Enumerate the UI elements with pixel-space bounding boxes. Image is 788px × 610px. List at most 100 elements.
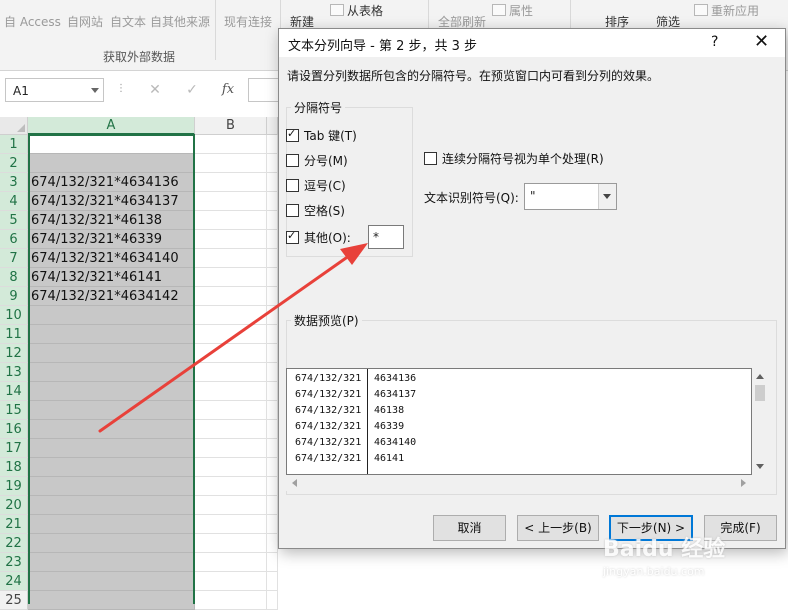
other-delimiter-input[interactable]: * — [368, 225, 404, 249]
cell-c[interactable] — [267, 477, 278, 496]
cell-b[interactable] — [195, 515, 267, 534]
row-header[interactable]: 2 — [0, 154, 28, 173]
cell-b[interactable] — [195, 306, 267, 325]
cell-c[interactable] — [267, 420, 278, 439]
row-header[interactable]: 21 — [0, 515, 28, 534]
cell-b[interactable] — [195, 230, 267, 249]
row-header[interactable]: 4 — [0, 192, 28, 211]
row-header[interactable]: 25 — [0, 591, 28, 610]
cell-b[interactable] — [195, 401, 267, 420]
data-preview[interactable]: 674/132/321 4634136 674/132/321 4634137 674/… — [286, 368, 752, 475]
cell-a[interactable] — [28, 591, 195, 610]
cell-c[interactable] — [267, 591, 278, 610]
cell-a[interactable] — [28, 325, 195, 344]
row-header[interactable]: 24 — [0, 572, 28, 591]
cell-b[interactable] — [195, 591, 267, 610]
scroll-left-icon[interactable] — [292, 479, 297, 487]
row-header[interactable]: 23 — [0, 553, 28, 572]
cancel-button[interactable]: 取消 — [433, 515, 506, 541]
back-button[interactable]: < 上一步(B) — [517, 515, 599, 541]
cell-b[interactable] — [195, 553, 267, 572]
consecutive-delimiters-checkbox[interactable]: 连续分隔符号视为单个处理(R) — [424, 150, 604, 167]
cell-a[interactable] — [28, 306, 195, 325]
cell-c[interactable] — [267, 230, 278, 249]
row-header[interactable]: 16 — [0, 420, 28, 439]
cell-a[interactable] — [28, 154, 195, 173]
preview-vertical-scrollbar[interactable] — [752, 368, 768, 475]
row-header[interactable]: 6 — [0, 230, 28, 249]
semicolon-checkbox[interactable]: 分号(M) — [286, 152, 348, 168]
cancel-icon[interactable]: ✕ — [146, 81, 164, 99]
cell-a[interactable] — [28, 420, 195, 439]
row-header[interactable]: 10 — [0, 306, 28, 325]
name-box[interactable]: A1 — [5, 78, 104, 102]
comma-checkbox[interactable]: 逗号(C) — [286, 177, 346, 193]
text-qualifier-select[interactable]: " — [524, 183, 617, 210]
cell-b[interactable] — [195, 192, 267, 211]
cell-c[interactable] — [267, 496, 278, 515]
cell-b[interactable] — [195, 344, 267, 363]
tab-checkbox[interactable]: Tab 键(T) — [286, 127, 357, 143]
cell-a[interactable] — [28, 439, 195, 458]
row-header[interactable]: 19 — [0, 477, 28, 496]
checkbox-icon[interactable] — [286, 154, 299, 167]
cell-b[interactable] — [195, 249, 267, 268]
cell-c[interactable] — [267, 401, 278, 420]
cell-b[interactable] — [195, 420, 267, 439]
cell-c[interactable] — [267, 211, 278, 230]
cell-a[interactable] — [28, 534, 195, 553]
row-header[interactable]: 12 — [0, 344, 28, 363]
insert-function-icon[interactable]: fx — [219, 81, 237, 99]
scroll-right-icon[interactable] — [741, 479, 746, 487]
cell-a[interactable] — [28, 572, 195, 591]
row-header[interactable]: 11 — [0, 325, 28, 344]
cell-a[interactable] — [28, 135, 195, 154]
cell-a[interactable]: 674/132/321*46138 — [28, 211, 195, 230]
column-header-b[interactable]: B — [195, 117, 267, 135]
cell-c[interactable] — [267, 439, 278, 458]
cell-b[interactable] — [195, 496, 267, 515]
cell-a[interactable]: 674/132/321*46339 — [28, 230, 195, 249]
check-icon[interactable]: ✓ — [183, 81, 201, 99]
row-header[interactable]: 7 — [0, 249, 28, 268]
cell-a[interactable]: 674/132/321*4634140 — [28, 249, 195, 268]
cell-a[interactable] — [28, 382, 195, 401]
help-button[interactable]: ? — [711, 34, 718, 50]
cell-a[interactable] — [28, 515, 195, 534]
cell-c[interactable] — [267, 515, 278, 534]
row-header[interactable]: 18 — [0, 458, 28, 477]
cell-b[interactable] — [195, 135, 267, 154]
cell-c[interactable] — [267, 287, 278, 306]
space-checkbox[interactable]: 空格(S) — [286, 202, 345, 218]
chevron-down-icon[interactable] — [598, 184, 616, 209]
cell-b[interactable] — [195, 211, 267, 230]
row-header[interactable]: 9 — [0, 287, 28, 306]
cell-c[interactable] — [267, 534, 278, 553]
cell-b[interactable] — [195, 458, 267, 477]
row-header[interactable]: 1 — [0, 135, 28, 154]
cell-c[interactable] — [267, 553, 278, 572]
row-header[interactable]: 5 — [0, 211, 28, 230]
cell-a[interactable] — [28, 458, 195, 477]
cell-c[interactable] — [267, 458, 278, 477]
cell-c[interactable] — [267, 363, 278, 382]
cell-b[interactable] — [195, 439, 267, 458]
checkbox-checked-icon[interactable] — [286, 127, 299, 142]
cell-a[interactable] — [28, 344, 195, 363]
close-icon[interactable]: ✕ — [754, 31, 769, 52]
formula-input[interactable] — [248, 78, 278, 102]
cell-b[interactable] — [195, 268, 267, 287]
preview-horizontal-scrollbar[interactable] — [286, 475, 752, 491]
cell-c[interactable] — [267, 192, 278, 211]
other-checkbox[interactable]: 其他(O): — [286, 229, 351, 245]
cell-b[interactable] — [195, 477, 267, 496]
checkbox-icon[interactable] — [424, 152, 437, 165]
cell-b[interactable] — [195, 363, 267, 382]
cell-a[interactable]: 674/132/321*4634136 — [28, 173, 195, 192]
cell-c[interactable] — [267, 249, 278, 268]
cell-b[interactable] — [195, 382, 267, 401]
row-header[interactable]: 8 — [0, 268, 28, 287]
select-all-corner[interactable] — [0, 117, 28, 135]
chevron-down-icon[interactable] — [91, 88, 99, 93]
cell-c[interactable] — [267, 382, 278, 401]
